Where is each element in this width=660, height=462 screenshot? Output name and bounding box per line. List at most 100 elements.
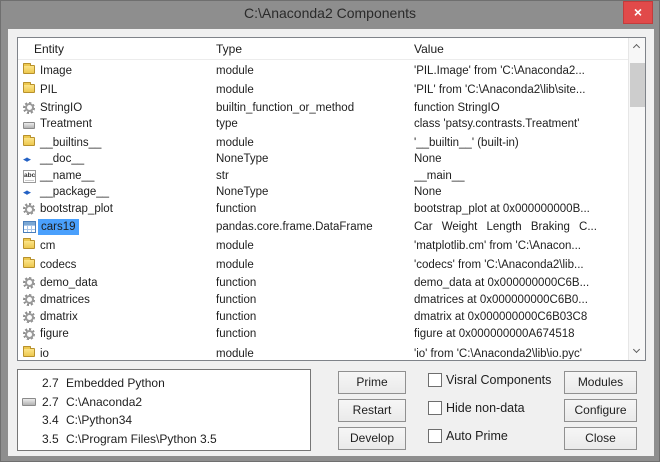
- table-row[interactable]: demo_data function demo_data at 0x00000000…: [18, 275, 628, 291]
- entity-value: None: [414, 151, 442, 167]
- entity-type: function: [216, 326, 256, 342]
- folder-icon: [23, 65, 35, 74]
- listview-header: Entity Type Value: [18, 38, 628, 60]
- folder-icon: [23, 348, 35, 357]
- python-path: Embedded Python: [66, 376, 165, 390]
- chevron-down-icon: [633, 346, 640, 353]
- python-installs-listbox: 2.7Embedded Python2.7C:\Anaconda23.4C:\P…: [17, 369, 311, 451]
- visral-components-checkbox[interactable]: [428, 373, 442, 387]
- list-item[interactable]: 3.5C:\Program Files\Python 3.5: [18, 430, 310, 449]
- listview-body: Imagemodule'PIL.Image' from 'C:\Anaconda…: [18, 60, 628, 359]
- modules-button[interactable]: Modules: [564, 371, 637, 394]
- entity-value: demo_data at 0x000000000C6B...: [414, 275, 589, 291]
- gear-icon: [23, 311, 35, 323]
- gear-icon: [23, 102, 35, 114]
- vertical-scrollbar[interactable]: [628, 38, 645, 360]
- table-row[interactable]: cars19pandas.core.frame.DataFrameCar Wei…: [18, 219, 628, 235]
- entity-type: function: [216, 292, 256, 308]
- angle-brackets-icon: [23, 153, 36, 166]
- python-version: 3.4: [42, 411, 66, 430]
- table-row[interactable]: __package__NoneTypeNone: [18, 184, 628, 200]
- entity-type: str: [216, 168, 229, 184]
- list-item[interactable]: 3.4C:\Python34: [18, 411, 310, 430]
- entity-name: dmatrices: [40, 292, 90, 308]
- entity-value: '__builtin__' (built-in): [414, 135, 519, 151]
- entity-value: 'matplotlib.cm' from 'C:\Anacon...: [414, 238, 581, 254]
- entity-name: Image: [40, 63, 72, 79]
- dataframe-grid-icon: [23, 221, 36, 233]
- entity-type: pandas.core.frame.DataFrame: [216, 219, 373, 235]
- entity-name: codecs: [40, 257, 76, 273]
- table-row[interactable]: dmatrices function dmatrices at 0x00000000…: [18, 292, 628, 308]
- entity-type: module: [216, 63, 254, 79]
- entity-value: dmatrices at 0x000000000C6B0...: [414, 292, 588, 308]
- table-row[interactable]: codecsmodule'codecs' from 'C:\Anaconda2\…: [18, 257, 628, 273]
- table-row[interactable]: __name__str__main__: [18, 168, 628, 184]
- python-version: 3.5: [42, 430, 66, 449]
- table-row[interactable]: bootstrap_plotfunctionbootstrap_plot at …: [18, 201, 628, 217]
- entity-value: __main__: [414, 168, 465, 184]
- entity-type: type: [216, 116, 238, 132]
- close-button[interactable]: Close: [564, 427, 637, 450]
- develop-button[interactable]: Develop: [338, 427, 406, 450]
- prime-button[interactable]: Prime: [338, 371, 406, 394]
- column-header-entity[interactable]: Entity: [34, 38, 64, 60]
- table-row[interactable]: PILmodule'PIL' from 'C:\Anaconda2\lib\si…: [18, 82, 628, 98]
- checkbox-label: Visral Components: [446, 373, 551, 388]
- close-window-button[interactable]: ×: [623, 1, 653, 24]
- column-header-type[interactable]: Type: [216, 38, 242, 60]
- chevron-up-icon: [633, 44, 640, 51]
- window-title: C:\Anaconda2 Components: [1, 5, 659, 21]
- bar-icon: [22, 398, 36, 406]
- gear-icon: [23, 277, 35, 289]
- scroll-up-button[interactable]: [629, 38, 646, 55]
- entity-name: __doc__: [40, 151, 84, 167]
- close-icon: ×: [634, 4, 642, 20]
- entity-name: dmatrix: [40, 309, 78, 325]
- checkbox-label: Auto Prime: [446, 429, 508, 444]
- title-bar: C:\Anaconda2 Components ×: [1, 1, 659, 29]
- components-listview: Entity Type Value Imagemodule'PIL.Image'…: [17, 37, 646, 361]
- entity-name: figure: [40, 326, 69, 342]
- entity-name: StringIO: [40, 100, 82, 116]
- entity-value: figure at 0x000000000A674518: [414, 326, 575, 342]
- entity-name: io: [40, 346, 49, 359]
- scrollbar-thumb[interactable]: [630, 63, 645, 107]
- list-item[interactable]: 2.7C:\Anaconda2: [18, 393, 310, 412]
- configure-button[interactable]: Configure: [564, 399, 637, 422]
- table-row[interactable]: Treatmenttypeclass 'patsy.contrasts.Trea…: [18, 116, 628, 132]
- list-item[interactable]: 2.7Embedded Python: [18, 374, 310, 393]
- table-row[interactable]: __builtins__ module '__builtin__' (built-i…: [18, 135, 628, 151]
- entity-type: module: [216, 346, 254, 359]
- table-row[interactable]: figure function figure at 0x000000000A6745…: [18, 326, 628, 342]
- entity-name: bootstrap_plot: [40, 201, 113, 217]
- table-row[interactable]: cm module 'matplotlib.cm' from 'C:\Anacon.…: [18, 238, 628, 254]
- entity-name: __builtins__: [40, 135, 101, 151]
- entity-name: cars19: [38, 219, 79, 235]
- entity-type: function: [216, 275, 256, 291]
- gear-icon: [23, 203, 35, 215]
- entity-name: demo_data: [40, 275, 98, 291]
- table-row[interactable]: dmatrixfunctiondmatrix at 0x000000000C6B…: [18, 309, 628, 325]
- hide-non-data-checkbox[interactable]: [428, 401, 442, 415]
- entity-name: cm: [40, 238, 55, 254]
- folder-icon: [23, 137, 35, 146]
- entity-type: NoneType: [216, 151, 268, 167]
- table-row[interactable]: StringIObuiltin_function_or_methodfuncti…: [18, 100, 628, 116]
- entity-type: module: [216, 135, 254, 151]
- entity-type: NoneType: [216, 184, 268, 200]
- folder-icon: [23, 259, 35, 268]
- scroll-down-button[interactable]: [629, 343, 646, 360]
- table-row[interactable]: __doc__ NoneType None: [18, 151, 628, 167]
- entity-name: __package__: [40, 184, 109, 200]
- entity-value: dmatrix at 0x000000000C6B03C8: [414, 309, 587, 325]
- restart-button[interactable]: Restart: [338, 399, 406, 422]
- column-header-value[interactable]: Value: [414, 38, 444, 60]
- folder-icon: [23, 240, 35, 249]
- table-row[interactable]: iomodule'io' from 'C:\Anaconda2\lib\io.p…: [18, 346, 628, 359]
- auto-prime-checkbox[interactable]: [428, 429, 442, 443]
- checkbox-label: Hide non-data: [446, 401, 525, 416]
- entity-type: module: [216, 238, 254, 254]
- table-row[interactable]: Imagemodule'PIL.Image' from 'C:\Anaconda…: [18, 63, 628, 79]
- entity-value: function StringIO: [414, 100, 500, 116]
